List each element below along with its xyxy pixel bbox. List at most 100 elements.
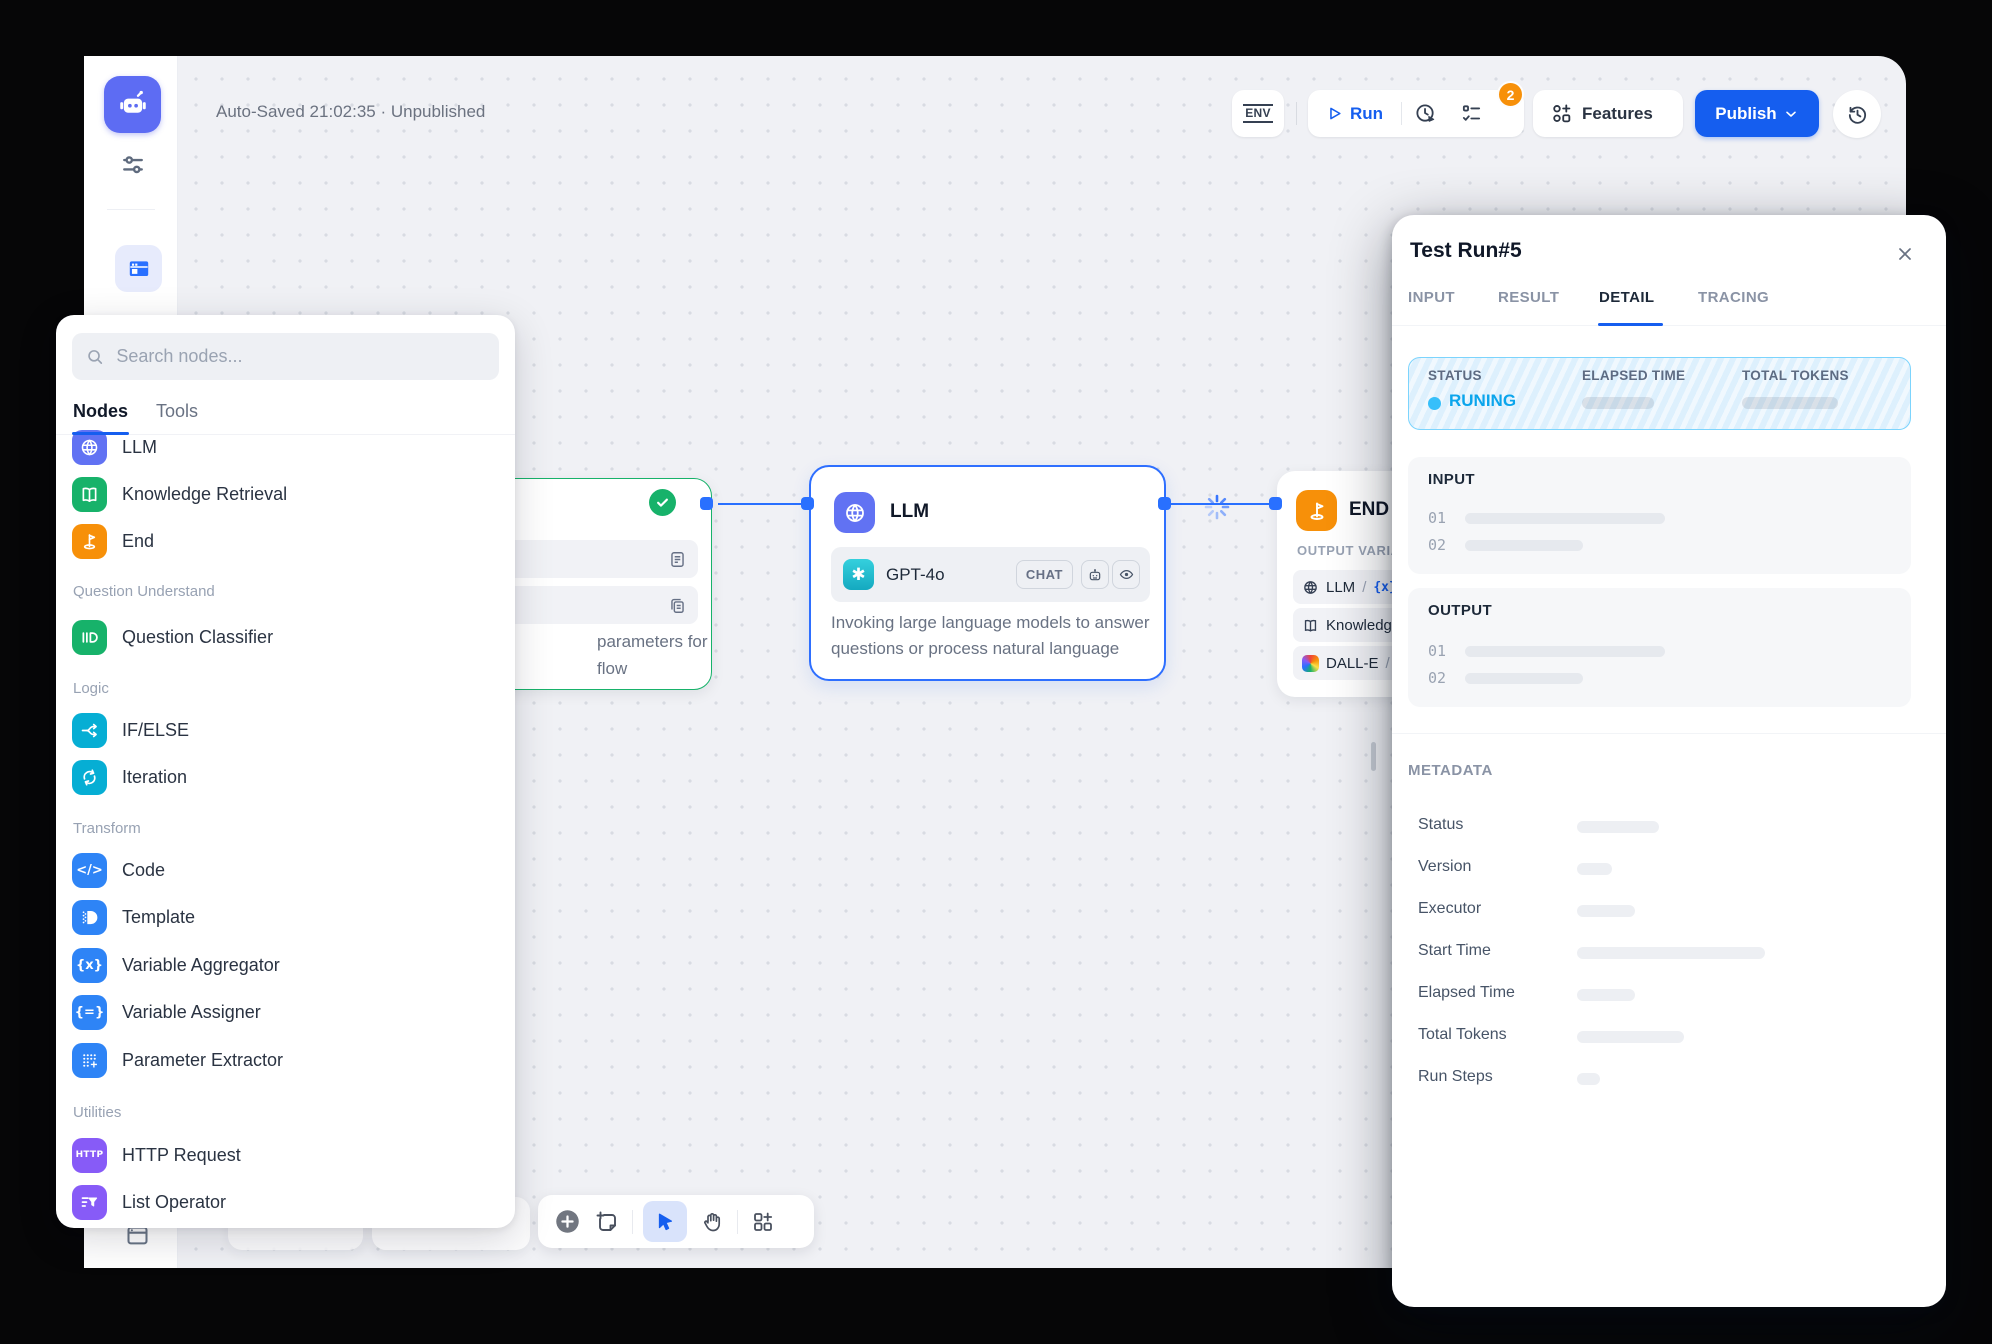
end-output-label: DALL-E xyxy=(1326,655,1379,672)
test-run-title: Test Run#5 xyxy=(1410,239,1522,263)
gpt4o-model-icon: ✱ xyxy=(843,559,874,590)
value-placeholder xyxy=(1465,540,1583,551)
node-item-label: LLM xyxy=(122,437,157,458)
header-divider xyxy=(1296,102,1297,125)
tab-detail[interactable]: DETAIL xyxy=(1599,289,1654,306)
workflow-settings-icon[interactable] xyxy=(118,150,148,180)
section-logic: Logic xyxy=(73,680,109,697)
edge-start-to-llm xyxy=(718,503,808,505)
tabs-divider xyxy=(1392,325,1946,326)
canvas-toolbar xyxy=(538,1195,814,1248)
llm-model-row[interactable]: ✱ GPT-4o CHAT xyxy=(831,547,1150,602)
section-transform: Transform xyxy=(73,820,141,837)
meta-label-version: Version xyxy=(1418,858,1471,876)
organize-nodes-button[interactable] xyxy=(748,1207,778,1237)
history-restore-icon xyxy=(1846,103,1869,126)
toolbar-divider xyxy=(632,1210,633,1234)
add-note-button[interactable] xyxy=(592,1207,622,1237)
node-item-label: Question Classifier xyxy=(122,627,273,648)
app-logo-robot-icon[interactable] xyxy=(104,76,161,133)
tab-result[interactable]: RESULT xyxy=(1498,289,1559,306)
tab-nodes[interactable]: Nodes xyxy=(73,401,128,422)
end-node-title: END xyxy=(1349,499,1389,521)
close-icon[interactable] xyxy=(1892,241,1918,267)
meta-value-placeholder xyxy=(1577,821,1659,833)
env-icon: ENV xyxy=(1243,104,1273,123)
tab-input[interactable]: INPUT xyxy=(1408,289,1455,306)
node-item-if-else[interactable]: IF/ELSE xyxy=(72,712,499,748)
version-history-button[interactable] xyxy=(1833,90,1881,138)
separator: / xyxy=(1362,579,1366,596)
node-item-list-operator[interactable]: List Operator xyxy=(72,1184,499,1220)
node-item-label: Variable Aggregator xyxy=(122,955,280,976)
hand-mode-button[interactable] xyxy=(697,1207,727,1237)
run-button[interactable]: Run xyxy=(1308,90,1401,137)
row-index: 01 xyxy=(1428,509,1446,527)
node-item-label: IF/ELSE xyxy=(122,720,189,741)
output-section-title: OUTPUT xyxy=(1428,602,1492,619)
node-item-variable-aggregator[interactable]: {x} Variable Aggregator xyxy=(72,947,499,983)
llm-icon xyxy=(1302,579,1319,596)
document-icon xyxy=(668,550,687,569)
end-output-label: Knowledge xyxy=(1326,617,1400,634)
status-label: STATUS xyxy=(1428,368,1482,383)
test-run-panel: Test Run#5 INPUT RESULT DETAIL TRACING S… xyxy=(1392,215,1946,1307)
node-search-box[interactable] xyxy=(72,333,499,380)
node-item-parameter-extractor[interactable]: Parameter Extractor xyxy=(72,1042,499,1078)
chat-mode-badge: CHAT xyxy=(1016,560,1073,589)
end-node-input-handle[interactable] xyxy=(1269,497,1282,510)
node-item-end[interactable]: End xyxy=(72,523,499,559)
end-icon xyxy=(72,524,107,559)
node-item-label: HTTP Request xyxy=(122,1145,241,1166)
node-item-llm[interactable]: LLM xyxy=(72,429,499,465)
node-item-code[interactable]: </> Code xyxy=(72,852,499,888)
autosave-status: Auto-Saved 21:02:35 · Unpublished xyxy=(216,102,485,122)
tab-tools[interactable]: Tools xyxy=(156,401,198,422)
running-status-dot xyxy=(1428,397,1441,410)
metadata-divider xyxy=(1392,733,1946,734)
publish-button[interactable]: Publish xyxy=(1695,90,1819,137)
total-tokens-label: TOTAL TOKENS xyxy=(1742,368,1849,383)
env-button[interactable]: ENV xyxy=(1232,90,1284,137)
node-item-question-classifier[interactable]: Question Classifier xyxy=(72,619,499,655)
node-item-template[interactable]: Template xyxy=(72,899,499,935)
list-operator-icon xyxy=(72,1185,107,1220)
meta-value-placeholder xyxy=(1577,905,1635,917)
code-icon: </> xyxy=(72,853,107,888)
knowledge-retrieval-icon xyxy=(72,477,107,512)
node-item-http-request[interactable]: HTTP HTTP Request xyxy=(72,1137,499,1173)
elapsed-time-placeholder xyxy=(1582,397,1654,409)
search-input[interactable] xyxy=(114,345,485,368)
node-item-iteration[interactable]: Iteration xyxy=(72,759,499,795)
tab-tracing[interactable]: TRACING xyxy=(1698,289,1769,306)
node-item-variable-assigner[interactable]: {=} Variable Assigner xyxy=(72,994,499,1030)
add-node-button[interactable] xyxy=(552,1207,582,1237)
llm-node[interactable]: LLM ✱ GPT-4o CHAT Invoking large languag… xyxy=(809,465,1166,681)
elapsed-time-label: ELAPSED TIME xyxy=(1582,368,1685,383)
llm-node-output-handle[interactable] xyxy=(1158,497,1171,510)
publish-label: Publish xyxy=(1715,104,1776,124)
features-button[interactable]: Features xyxy=(1533,90,1683,137)
run-history-icon[interactable] xyxy=(1402,90,1448,137)
robot-badge-icon xyxy=(1081,560,1109,589)
llm-model-name: GPT-4o xyxy=(886,565,1016,585)
meta-value-placeholder xyxy=(1577,1073,1600,1085)
start-node-output-handle[interactable] xyxy=(700,497,713,510)
sidebar-item-preview[interactable] xyxy=(115,245,162,292)
node-item-label: Variable Assigner xyxy=(122,1002,261,1023)
row-index: 02 xyxy=(1428,669,1446,687)
toolbar-divider xyxy=(737,1210,738,1234)
panel-resize-grip[interactable] xyxy=(1371,742,1376,771)
checklist-icon[interactable] xyxy=(1448,90,1494,137)
node-item-knowledge-retrieval[interactable]: Knowledge Retrieval xyxy=(72,476,499,512)
dalle-icon xyxy=(1302,655,1319,672)
screenshot-stage: parameters for flow LLM ✱ GPT-4o CHAT xyxy=(0,0,1992,1344)
node-search-panel: Nodes Tools LLM Knowledge Retrieval End … xyxy=(56,315,515,1228)
knowledge-icon xyxy=(1302,617,1319,634)
meta-label-run-steps: Run Steps xyxy=(1418,1068,1493,1086)
active-tab-underline xyxy=(72,432,129,435)
value-placeholder xyxy=(1465,646,1665,657)
llm-node-icon xyxy=(834,492,875,533)
pointer-mode-button[interactable] xyxy=(643,1201,687,1242)
llm-node-input-handle[interactable] xyxy=(801,497,814,510)
